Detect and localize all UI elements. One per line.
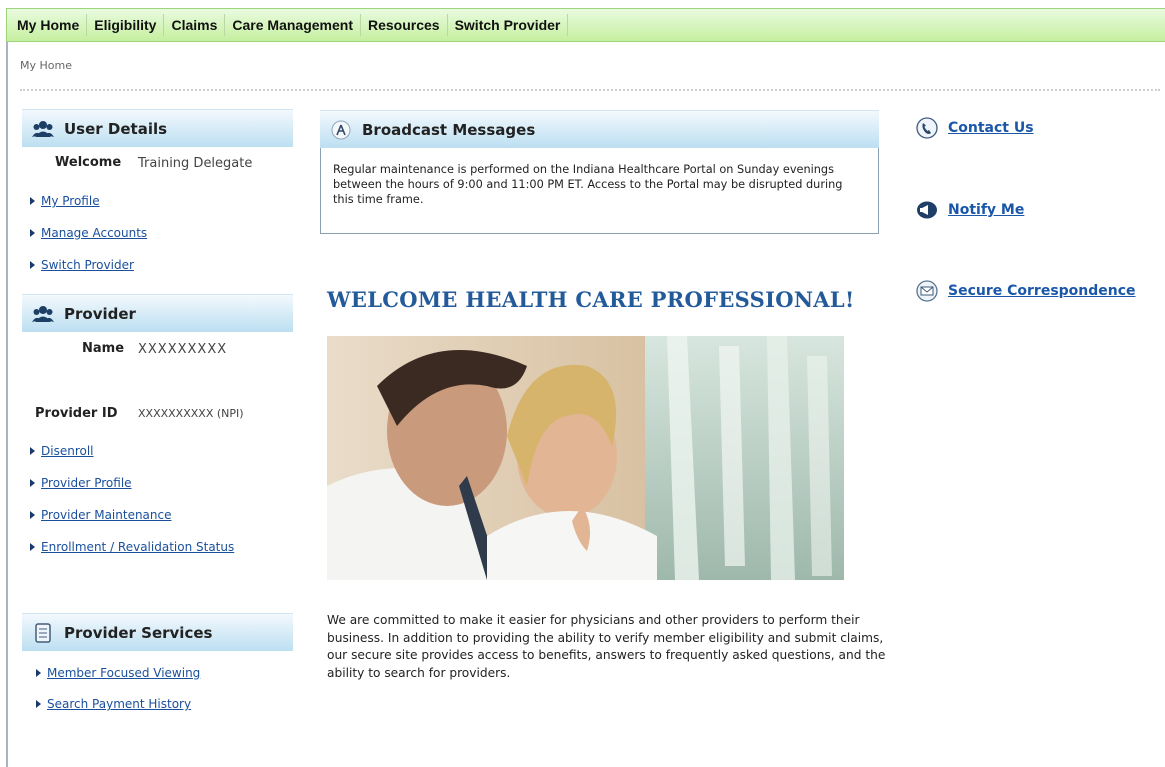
document-icon — [32, 622, 54, 643]
users-icon — [32, 304, 54, 324]
secure-correspondence-label[interactable]: Secure Correspondence — [948, 283, 1136, 299]
broadcast-icon — [330, 120, 352, 140]
welcome-label: Welcome — [55, 155, 122, 170]
notify-me-link[interactable]: Notify Me — [916, 199, 1024, 221]
link-disenroll[interactable]: Disenroll — [30, 444, 94, 458]
triangle-right-icon — [30, 511, 35, 519]
user-details-title: User Details — [64, 119, 168, 138]
contact-us-link[interactable]: Contact Us — [916, 117, 1034, 139]
triangle-right-icon — [30, 197, 35, 205]
nav-claims[interactable]: Claims — [164, 14, 226, 36]
triangle-right-icon — [30, 479, 35, 487]
dotted-divider — [20, 89, 1160, 91]
link-provider-profile[interactable]: Provider Profile — [30, 476, 132, 490]
envelope-icon — [916, 280, 938, 302]
nav-eligibility[interactable]: Eligibility — [87, 14, 165, 36]
link-my-profile-label[interactable]: My Profile — [41, 194, 100, 208]
link-my-profile[interactable]: My Profile — [30, 194, 100, 208]
users-icon — [32, 119, 54, 139]
nav-resources[interactable]: Resources — [361, 14, 448, 36]
top-nav-bar: My Home Eligibility Claims Care Manageme… — [6, 8, 1165, 42]
left-border-rule — [6, 42, 8, 767]
link-disenroll-label[interactable]: Disenroll — [41, 444, 94, 458]
secure-correspondence-link[interactable]: Secure Correspondence — [916, 280, 1136, 302]
link-manage-accounts[interactable]: Manage Accounts — [30, 226, 147, 240]
doctors-xray-photo — [327, 336, 844, 580]
broadcast-header: Broadcast Messages — [320, 110, 879, 148]
triangle-right-icon — [30, 543, 35, 551]
link-enrollment-status-label[interactable]: Enrollment / Revalidation Status — [41, 540, 234, 554]
link-provider-maintenance-label[interactable]: Provider Maintenance — [41, 508, 172, 522]
provider-services-title: Provider Services — [64, 623, 213, 642]
provider-title: Provider — [64, 304, 136, 323]
user-details-header: User Details — [22, 109, 293, 147]
triangle-right-icon — [30, 229, 35, 237]
welcome-heading: WELCOME HEALTH CARE PROFESSIONAL! — [327, 287, 855, 312]
provider-id-label: Provider ID — [35, 406, 118, 421]
provider-services-header: Provider Services — [22, 613, 293, 651]
intro-paragraph: We are committed to make it easier for p… — [327, 613, 886, 680]
broadcast-message: Regular maintenance is performed on the … — [333, 163, 843, 206]
megaphone-icon — [916, 199, 938, 221]
link-member-focused-viewing[interactable]: Member Focused Viewing — [36, 666, 200, 680]
triangle-right-icon — [36, 669, 41, 677]
provider-header: Provider — [22, 294, 293, 332]
link-member-focused-viewing-label[interactable]: Member Focused Viewing — [47, 666, 200, 680]
nav-my-home[interactable]: My Home — [7, 14, 88, 36]
notify-me-label[interactable]: Notify Me — [948, 202, 1024, 218]
link-search-payment-history[interactable]: Search Payment History — [36, 697, 191, 711]
broadcast-message-box: Regular maintenance is performed on the … — [320, 148, 879, 234]
link-provider-profile-label[interactable]: Provider Profile — [41, 476, 132, 490]
link-switch-provider-label[interactable]: Switch Provider — [41, 258, 134, 272]
link-search-payment-history-label[interactable]: Search Payment History — [47, 697, 191, 711]
triangle-right-icon — [30, 261, 35, 269]
broadcast-title: Broadcast Messages — [362, 120, 536, 139]
link-enrollment-status[interactable]: Enrollment / Revalidation Status — [30, 540, 234, 554]
nav-switch-provider[interactable]: Switch Provider — [448, 14, 569, 36]
breadcrumb: My Home — [20, 59, 72, 72]
link-switch-provider[interactable]: Switch Provider — [30, 258, 134, 272]
provider-name-label: Name — [82, 341, 125, 356]
triangle-right-icon — [30, 447, 35, 455]
triangle-right-icon — [36, 700, 41, 708]
link-provider-maintenance[interactable]: Provider Maintenance — [30, 508, 172, 522]
contact-us-label[interactable]: Contact Us — [948, 120, 1034, 136]
nav-care-management[interactable]: Care Management — [225, 14, 361, 36]
welcome-name: Training Delegate — [138, 156, 253, 171]
provider-name-value: XXXXXXXXX — [138, 342, 228, 357]
provider-id-value: XXXXXXXXXX (NPI) — [138, 407, 244, 420]
phone-icon — [916, 117, 938, 139]
link-manage-accounts-label[interactable]: Manage Accounts — [41, 226, 147, 240]
